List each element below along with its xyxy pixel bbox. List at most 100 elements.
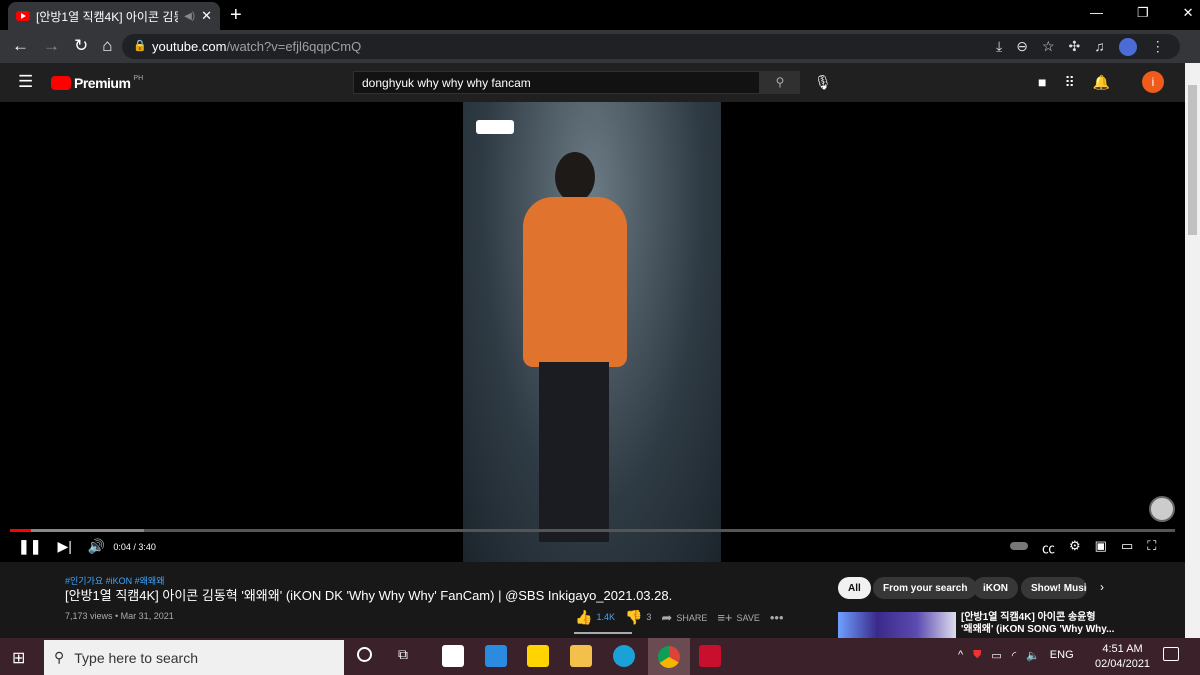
minimize-icon[interactable]: — (1090, 5, 1103, 21)
video-meta: 7,173 views • Mar 31, 2021 (65, 611, 174, 621)
chrome-taskbar-button[interactable] (648, 638, 690, 675)
chips-next-icon[interactable]: › (1100, 580, 1104, 594)
thumbs-down-icon: 👎 (624, 609, 643, 625)
action-center-icon[interactable] (1163, 647, 1179, 661)
chip-ikon[interactable]: iKON (973, 577, 1018, 599)
profile-icon[interactable] (1118, 38, 1137, 56)
sbs-pop-watermark (476, 120, 514, 134)
volume-icon[interactable]: 🔊 (88, 538, 105, 555)
media-icon[interactable]: ♫ (1094, 38, 1105, 56)
youtube-favicon-icon (16, 11, 30, 21)
logo-text: Premium (74, 75, 131, 91)
miniplayer-icon[interactable]: ▣ (1095, 538, 1107, 557)
save-label: SAVE (736, 612, 760, 623)
player-controls-right: ㏄ ⚙ ▣ ▭ ⛶ (1010, 538, 1156, 557)
search-button[interactable]: ⚲ (760, 71, 800, 94)
cortana-icon[interactable] (357, 647, 372, 662)
playlist-add-icon: ≡+ (717, 609, 733, 625)
apps-icon[interactable]: ⠿ (1064, 74, 1074, 91)
edge-icon[interactable] (613, 645, 635, 667)
suggested-thumbnail[interactable] (838, 612, 956, 638)
battery-icon[interactable]: ▭ (991, 649, 1001, 662)
thumbs-up-icon: 👍 (575, 609, 593, 625)
youtube-logo[interactable]: Premium PH (51, 75, 143, 91)
nav-buttons: ← → ↻ ⌂ (12, 36, 113, 56)
pause-icon[interactable]: ❚❚ (18, 538, 41, 555)
chip-show-music[interactable]: Show! Music (1021, 577, 1087, 599)
task-view-icon[interactable]: ⧉ (398, 646, 408, 663)
save-button[interactable]: ≡+ SAVE (717, 610, 760, 626)
search-input[interactable]: donghyuk why why why fancam (353, 71, 760, 94)
tab-close-icon[interactable]: ✕ (201, 8, 212, 24)
new-tab-button[interactable]: + (230, 4, 242, 27)
youtube-play-logo-icon (51, 76, 71, 90)
share-icon: ➦ (661, 609, 673, 625)
search-icon: ⚲ (775, 75, 785, 89)
performer-figure (519, 152, 629, 542)
share-label: SHARE (676, 612, 708, 623)
region-code: PH (133, 75, 144, 82)
close-window-icon[interactable]: ✕ (1183, 5, 1194, 21)
header-actions: ■ ⠿ 🔔 (1038, 74, 1110, 91)
zoom-icon[interactable]: ⊖ (1016, 38, 1028, 56)
tab-title: [안방1열 직캠4K] 아이콘 김동 (36, 9, 179, 24)
taskbar-search-placeholder: Type here to search (74, 649, 199, 666)
chip-all[interactable]: All (838, 577, 871, 599)
mail-icon[interactable] (485, 645, 507, 667)
clock[interactable]: 4:51 AM 02/04/2021 (1095, 642, 1150, 672)
reload-icon[interactable]: ↻ (74, 36, 88, 56)
dislike-button[interactable]: 👎 3 (625, 609, 651, 626)
language-indicator[interactable]: ENG (1050, 649, 1074, 662)
extensions-icon[interactable]: ✣ (1069, 38, 1081, 56)
played-bar (10, 529, 31, 532)
chrome-icon (658, 646, 680, 668)
mic-icon[interactable]: 🎙 (814, 74, 832, 91)
autoplay-toggle[interactable] (1010, 542, 1028, 550)
system-tray: ^ ⛊ ▭ ◜ 🔈 ENG (958, 649, 1074, 662)
avatar[interactable]: i (1142, 71, 1164, 93)
menu-icon[interactable]: ⋮ (1151, 38, 1165, 56)
sticky-notes-icon[interactable] (527, 645, 549, 667)
store-icon[interactable] (442, 645, 464, 667)
start-windows-icon[interactable]: ⊞ (12, 648, 25, 668)
clock-time: 4:51 AM (1102, 643, 1143, 655)
notifications-icon[interactable]: 🔔 (1093, 74, 1110, 91)
channel-watermark-button[interactable] (1149, 496, 1175, 522)
like-count: 1.4K (596, 612, 615, 622)
browser-tab[interactable]: [안방1열 직캠4K] 아이콘 김동 ◀) ✕ (8, 2, 220, 30)
wifi-icon[interactable]: ◜ (1012, 649, 1016, 662)
security-shield-icon[interactable]: ⛊ (973, 649, 981, 662)
progress-bar[interactable] (10, 529, 1175, 532)
file-explorer-icon[interactable] (570, 645, 592, 667)
clock-date: 02/04/2021 (1095, 658, 1151, 670)
suggested-title[interactable]: [안방1열 직캠4K] 아이콘 송윤형 '왜왜왜' (iKON SONG 'Wh… (961, 612, 1181, 636)
share-button[interactable]: ➦ SHARE (661, 610, 707, 626)
create-video-icon[interactable]: ■ (1038, 74, 1046, 91)
chip-from-your-search[interactable]: From your search (873, 577, 978, 599)
like-button[interactable]: 👍 1.4K (575, 609, 615, 626)
audio-icon[interactable]: ◀) (184, 11, 195, 22)
dislike-count: 3 (646, 612, 652, 622)
more-actions-icon[interactable]: ••• (770, 610, 784, 625)
tray-chevron-icon[interactable]: ^ (958, 649, 963, 662)
volume-tray-icon[interactable]: 🔈 (1026, 649, 1040, 662)
theater-mode-icon[interactable]: ▭ (1121, 538, 1133, 557)
next-icon[interactable]: ▶| (57, 538, 71, 555)
scrollbar-thumb[interactable] (1188, 85, 1197, 235)
like-bar (574, 632, 632, 634)
taskbar-search-input[interactable]: ⚲ Type here to search (44, 640, 344, 675)
settings-gear-icon[interactable]: ⚙ (1069, 538, 1081, 557)
bookmark-star-icon[interactable]: ☆ (1042, 38, 1055, 56)
page-scrollbar[interactable] (1185, 63, 1200, 638)
video-frame[interactable] (463, 102, 721, 562)
install-icon[interactable]: ⤓ (996, 38, 1002, 56)
captions-icon[interactable]: ㏄ (1042, 538, 1055, 557)
fullscreen-icon[interactable]: ⛶ (1147, 538, 1156, 557)
home-icon[interactable]: ⌂ (102, 36, 112, 56)
hamburger-icon[interactable]: ☰ (18, 72, 33, 92)
back-icon[interactable]: ← (12, 36, 29, 56)
toolbar-icons: ⤓ ⊖ ☆ ✣ ♫ ⋮ (996, 38, 1165, 56)
forward-icon[interactable]: → (43, 36, 60, 56)
restore-icon[interactable]: ❐ (1137, 5, 1149, 21)
acrobat-icon[interactable] (699, 645, 721, 667)
